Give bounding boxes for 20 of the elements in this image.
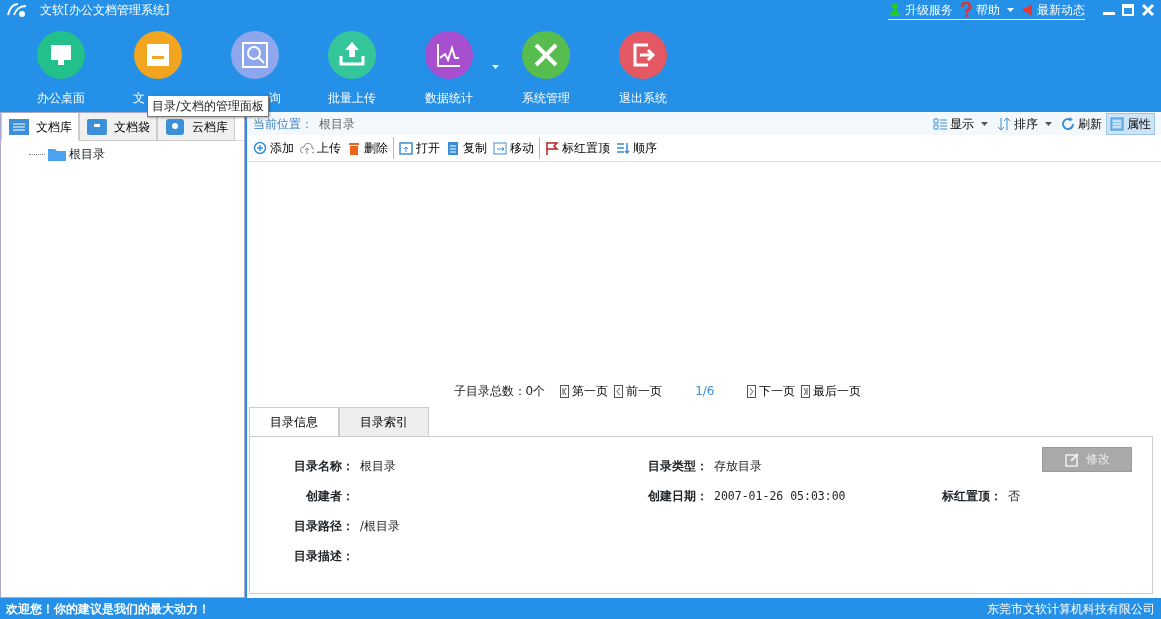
location-path: 根目录 — [319, 115, 355, 133]
company-name: 东莞市文软计算机科技有限公司 — [987, 600, 1155, 618]
field-value: 存放目录 — [714, 458, 762, 473]
field-value: /根目录 — [360, 518, 400, 533]
status-message: 欢迎您！你的建议是我们的最大动力！ — [6, 600, 210, 618]
window-title: 文软[办公文档管理系统] — [40, 2, 170, 19]
field-label: 创建日期： — [647, 488, 708, 505]
field-value: 否 — [1008, 488, 1020, 503]
tooltip: 目录/文档的管理面板 — [147, 95, 270, 117]
field-value: 根目录 — [360, 458, 396, 473]
field-label: 目录名称： — [293, 458, 354, 475]
location-label: 当前位置： — [253, 115, 313, 133]
field-label: 标红置顶： — [941, 488, 1002, 505]
field-label: 创建者： — [305, 488, 354, 505]
field-label: 目录路径： — [293, 518, 354, 535]
field-label: 目录类型： — [647, 458, 708, 475]
field-label: 目录描述： — [293, 548, 354, 565]
field-value: 2007-01-26 05:03:00 — [714, 488, 846, 503]
page-indicator: 1/6 — [695, 383, 715, 400]
record-count: 子目录总数：0个 — [453, 383, 546, 400]
